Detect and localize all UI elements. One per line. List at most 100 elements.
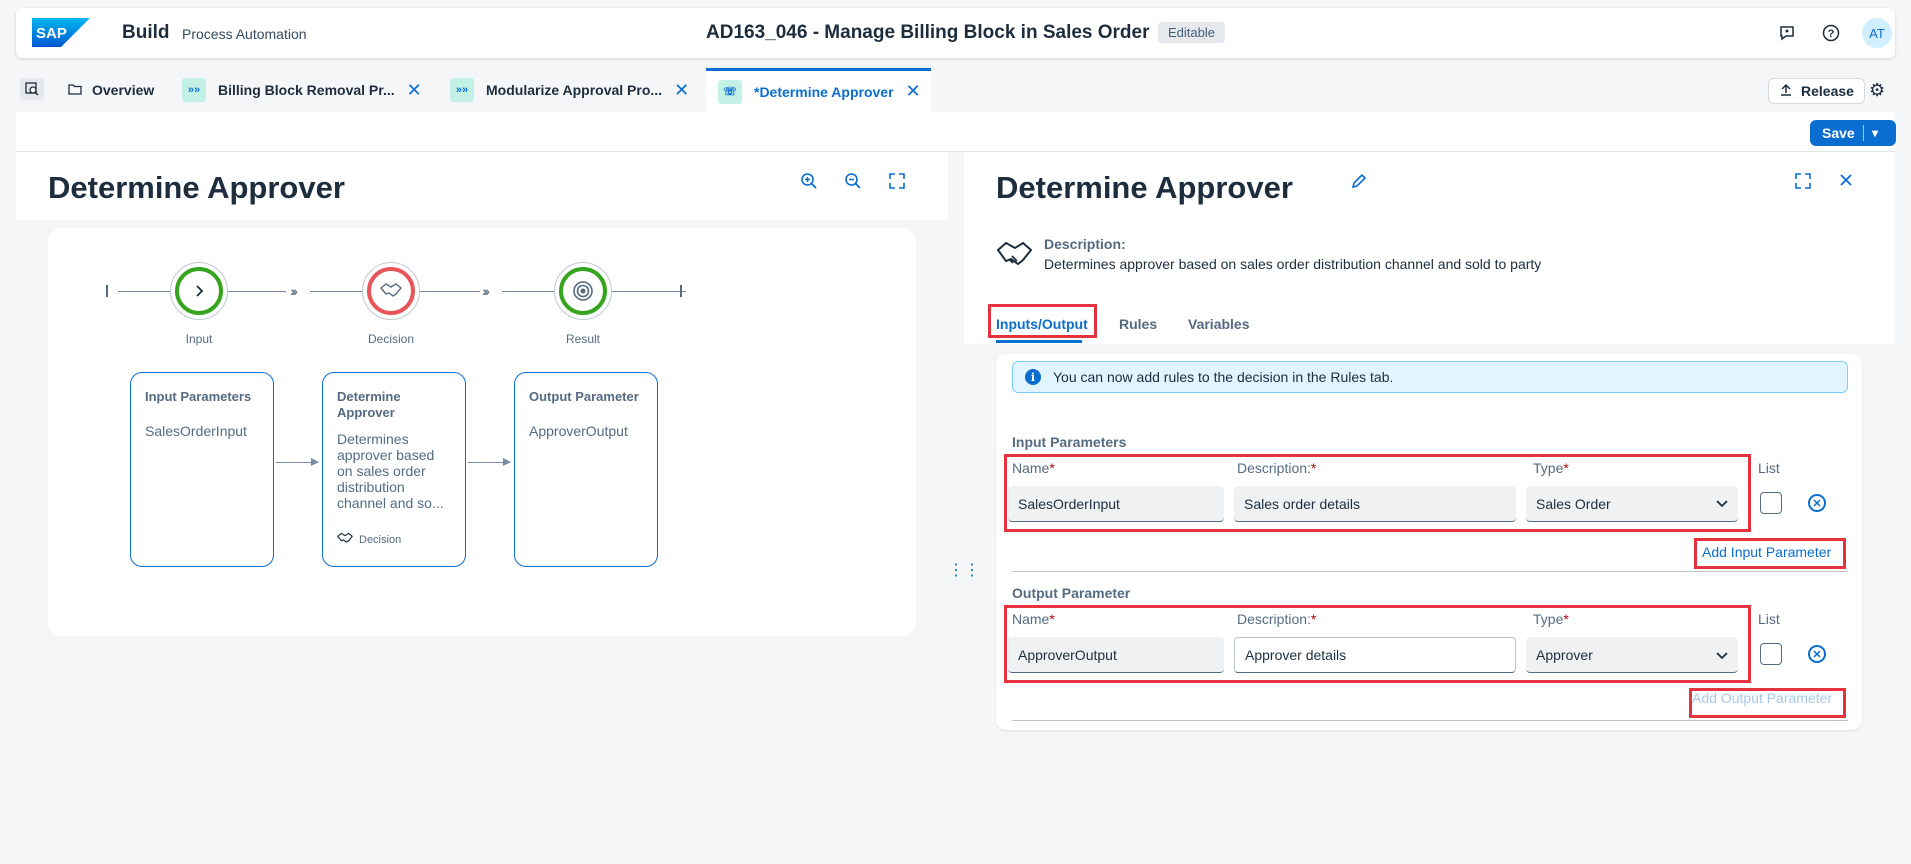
process-icon: »» [182,78,206,102]
active-tab-indicator [996,340,1082,343]
handshake-icon [996,241,1032,266]
close-icon[interactable]: ✕ [906,81,921,102]
flow-chevrons-icon: ››› [482,283,490,299]
help-icon[interactable]: ? [1818,20,1844,46]
process-icon: »» [450,78,474,102]
highlight-box [1694,538,1846,569]
result-node-label: Result [565,332,600,346]
remove-input-icon[interactable]: ✕ [1808,494,1826,512]
sap-logo[interactable]: SAP [32,18,90,47]
tab-billing-block[interactable]: »» Billing Block Removal Pr... ✕ [182,68,422,112]
result-node[interactable] [554,262,612,320]
gear-icon[interactable]: ⚙ [1869,80,1885,101]
canvas-header: Determine Approver [16,152,948,220]
card-arrow [276,458,319,466]
avatar[interactable]: AT [1862,18,1892,48]
feedback-icon[interactable] [1774,20,1800,46]
shell-bar: SAP Build Process Automation AD163_046 -… [16,8,1895,58]
info-icon: i [1025,369,1041,385]
product-name: Process Automation [182,26,307,42]
card-title: Output Parameter [529,389,639,404]
card-value: Determines approver based on sales order… [337,431,444,511]
save-button[interactable]: Save ▾ [1810,120,1896,146]
release-button[interactable]: Release [1768,78,1865,104]
brand-name: Build [122,22,170,43]
chevron-right-icon [175,267,223,315]
tab-label: Billing Block Removal Pr... [218,82,395,98]
input-parameters-title: Input Parameters [1012,434,1127,450]
card-title: Determine Approver [337,389,401,420]
upload-icon [1779,83,1793,100]
svg-text:SAP: SAP [36,25,67,42]
svg-text:?: ? [1828,28,1835,40]
folder-icon [68,83,82,98]
flow-chevrons-icon: ››› [290,283,298,299]
close-icon[interactable]: ✕ [407,80,422,101]
tab-label: Overview [92,82,155,98]
card-value: SalesOrderInput [145,423,247,439]
section-divider [1012,720,1848,721]
tab-bar: Overview »» Billing Block Removal Pr... … [0,68,1911,112]
project-title: AD163_046 - Manage Billing Block in Sale… [706,22,1150,43]
decision-icon: ☏ [718,79,742,104]
splitter-handle-icon[interactable]: ⋮⋮ [948,560,980,580]
handshake-icon [336,532,354,548]
description-label: Description: [1044,236,1126,252]
output-parameter-card[interactable]: Output Parameter ApproverOutput [514,372,658,567]
info-message: You can now add rules to the decision in… [1053,369,1394,385]
input-node-label: Input [185,332,213,346]
input-list-checkbox[interactable] [1760,492,1782,514]
handshake-icon [367,267,415,315]
highlight-box [988,304,1097,338]
output-parameter-title: Output Parameter [1012,585,1131,601]
tab-variables[interactable]: Variables [1188,316,1250,332]
card-title: Input Parameters [145,389,252,404]
remove-output-icon[interactable]: ✕ [1808,645,1826,663]
list-label: List [1758,460,1780,476]
editor-toolbar: Save ▾ [16,112,1896,152]
edit-pencil-icon[interactable] [1350,172,1368,195]
card-footer: Decision [336,532,402,548]
tab-overview[interactable]: Overview [68,68,154,112]
chevron-down-icon[interactable]: ▾ [1864,126,1878,140]
save-label: Save [1810,125,1864,141]
highlight-box [1004,454,1751,532]
target-icon [559,267,607,315]
input-parameters-card[interactable]: Input Parameters SalesOrderInput [130,372,274,567]
close-icon[interactable]: ✕ [674,80,689,101]
release-label: Release [1801,83,1854,99]
flow-canvas[interactable]: ››› ››› Input Decision Result Input Para… [48,228,916,636]
input-node[interactable] [170,262,228,320]
tab-determine-approver[interactable]: ☏ *Determine Approver ✕ [706,68,931,112]
tab-label: *Determine Approver [754,83,894,100]
decision-node[interactable] [362,262,420,320]
flow-start-marker [106,285,108,297]
card-arrow [468,458,511,466]
close-icon[interactable] [1838,172,1854,193]
tab-label: Modularize Approval Pro... [486,82,663,98]
highlight-box [1004,605,1751,683]
expand-icon[interactable] [1794,172,1812,195]
decision-node-label: Decision [367,332,415,346]
flow-connector [602,291,686,292]
card-footer-label: Decision [359,534,402,546]
output-list-checkbox[interactable] [1760,643,1782,665]
highlight-box [1689,688,1846,718]
flow-end-marker [680,285,682,297]
zoom-out-icon[interactable] [844,172,862,195]
detail-title: Determine Approver [996,170,1293,205]
tab-rules[interactable]: Rules [1119,316,1157,332]
description-text: Determines approver based on sales order… [1044,256,1542,272]
list-label: List [1758,611,1780,627]
tab-search-icon[interactable] [20,78,44,100]
fit-screen-icon[interactable] [888,172,906,195]
determine-approver-card[interactable]: Determine Approver Determines approver b… [322,372,466,567]
zoom-in-icon[interactable] [800,172,818,195]
detail-panel: Determine Approver Description: Determin… [964,152,1895,344]
status-badge: Editable [1158,22,1225,43]
tab-modularize-approval[interactable]: »» Modularize Approval Pro... ✕ [450,68,689,112]
section-divider [1012,571,1848,572]
flow-connector [410,291,480,292]
card-value: ApproverOutput [529,423,628,439]
flow-connector [218,291,286,292]
